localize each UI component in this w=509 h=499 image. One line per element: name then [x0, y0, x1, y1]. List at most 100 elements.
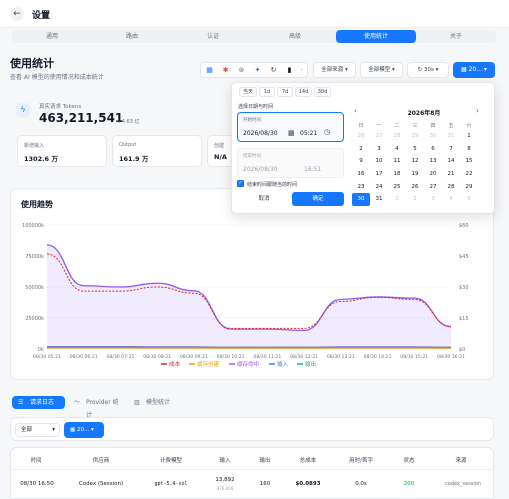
- quick-30d[interactable]: 30d: [314, 87, 331, 97]
- spark-icon[interactable]: ✱: [221, 66, 230, 75]
- quick-1d[interactable]: 1d: [259, 87, 275, 97]
- calendar-day[interactable]: 12: [406, 155, 424, 168]
- col-model: 计费模型: [159, 458, 182, 464]
- dot-icon[interactable]: ·: [297, 66, 306, 75]
- calendar-day[interactable]: 16: [352, 168, 370, 181]
- calendar-day[interactable]: 30: [352, 192, 370, 206]
- calendar-day[interactable]: 14: [442, 155, 460, 168]
- weekday-label: 六: [466, 122, 472, 129]
- model-select[interactable]: 全部模型 ▾: [360, 62, 403, 78]
- grid-icon[interactable]: ▦: [205, 66, 214, 75]
- stat-output: Output 161.9 万: [112, 135, 202, 167]
- stat-value: 161.9 万: [119, 155, 149, 163]
- calendar-day[interactable]: 29: [406, 130, 424, 143]
- calendar-day[interactable]: 6: [424, 143, 442, 156]
- cell-time: 08/30 16:50: [20, 481, 54, 487]
- calendar-day[interactable]: 27: [424, 180, 442, 193]
- calendar-day[interactable]: 21: [442, 168, 460, 181]
- calendar-day[interactable]: 4: [442, 193, 460, 206]
- calendar-day[interactable]: 2: [406, 193, 424, 206]
- calendar-day[interactable]: 2: [352, 143, 370, 156]
- calendar-day[interactable]: 25: [388, 180, 406, 193]
- calendar-day[interactable]: 31: [370, 193, 388, 206]
- refresh-icon: ↻: [417, 67, 423, 73]
- calendar-month: 2026年8月: [407, 110, 441, 117]
- calendar-day[interactable]: 29: [460, 180, 478, 193]
- tab-routing[interactable]: 路由: [92, 30, 172, 43]
- tab-about[interactable]: 关于: [416, 30, 496, 43]
- calendar-day[interactable]: 26: [406, 180, 424, 193]
- tab-auth[interactable]: 认证: [172, 30, 254, 43]
- tab-general[interactable]: 通用: [12, 30, 92, 43]
- status-filter-select[interactable]: 全部 ▾: [15, 423, 60, 437]
- calendar-day[interactable]: 3: [370, 143, 388, 156]
- calendar-day[interactable]: 3: [424, 193, 442, 206]
- requests-value: 463,211,541: [39, 111, 124, 125]
- bar-chart-icon: ▥: [134, 399, 140, 406]
- refresh-select[interactable]: ↻ 30s ▾: [407, 62, 449, 78]
- calendar-day[interactable]: 4: [388, 143, 406, 156]
- log-date-button[interactable]: ▦ 20... ▾: [64, 422, 104, 438]
- source-select[interactable]: 全部来源 ▾: [313, 62, 356, 78]
- calendar-day[interactable]: 26: [352, 130, 370, 143]
- calendar-day[interactable]: 31: [442, 130, 460, 143]
- chevron-right-icon[interactable]: ›: [476, 107, 479, 115]
- calendar-day[interactable]: 5: [406, 143, 424, 156]
- chevron-left-icon[interactable]: ‹: [354, 107, 357, 115]
- gemini-icon[interactable]: ✦: [253, 66, 262, 75]
- tab-usage[interactable]: 使用统计: [336, 30, 416, 43]
- y-left-tick: 50000k: [25, 285, 44, 291]
- tab-model-stats[interactable]: ▥ 模型统计: [128, 396, 180, 409]
- quick-7d[interactable]: 7d: [277, 87, 293, 97]
- x-tick: 08/30 06:21: [70, 354, 98, 360]
- calendar-day[interactable]: 8: [460, 143, 478, 156]
- follow-checkbox[interactable]: ✓: [237, 180, 244, 187]
- calendar-day[interactable]: 19: [406, 168, 424, 181]
- device-icon[interactable]: ▮: [285, 66, 294, 75]
- quick-14d[interactable]: 14d: [295, 87, 312, 97]
- date-range-button[interactable]: ▦ 20... ▾: [453, 62, 495, 78]
- cycle-icon[interactable]: ↻: [269, 66, 278, 75]
- x-tick: 08/30 16:21: [437, 354, 465, 360]
- requests-label: 真实请求 Tokens: [39, 104, 82, 110]
- calendar-day[interactable]: 28: [388, 130, 406, 143]
- quick-today[interactable]: 当天: [239, 87, 257, 97]
- calendar-day[interactable]: 24: [370, 180, 388, 193]
- col-provider: 供应商: [92, 458, 110, 464]
- calendar-day[interactable]: 30: [424, 130, 442, 143]
- calendar-day[interactable]: 9: [352, 155, 370, 168]
- calendar-day[interactable]: 7: [442, 143, 460, 156]
- cancel-button[interactable]: 取消: [239, 193, 289, 206]
- y-left-tick: 25000k: [25, 316, 44, 322]
- calendar-day[interactable]: 17: [370, 168, 388, 181]
- end-time-field[interactable]: 结束时间 2026/08/30 16:51: [237, 148, 344, 178]
- calendar-day[interactable]: 1: [460, 130, 478, 143]
- cell-input: 13,892: [215, 477, 235, 483]
- calendar-day[interactable]: 15: [460, 155, 478, 168]
- calendar-day[interactable]: 22: [460, 168, 478, 181]
- col-status: 状态: [403, 458, 415, 464]
- calendar-day[interactable]: 28: [442, 180, 460, 193]
- start-time-field[interactable]: 开始时间 2026/08/30 ▦ 05:21 ◷: [237, 112, 344, 142]
- calendar-day[interactable]: 27: [370, 130, 388, 143]
- calendar-day[interactable]: 20: [424, 168, 442, 181]
- confirm-button[interactable]: 确定: [292, 192, 344, 206]
- tab-request-log[interactable]: ☰ 请求日志: [12, 396, 65, 409]
- calendar-day[interactable]: 1: [388, 193, 406, 206]
- calendar-day[interactable]: 18: [388, 168, 406, 181]
- calendar-day[interactable]: 10: [370, 155, 388, 168]
- requests-approx: ≈ 4.63 亿: [116, 119, 140, 125]
- calendar-day[interactable]: 13: [424, 155, 442, 168]
- tab-advanced[interactable]: 高级: [254, 30, 336, 43]
- tab-provider-stats[interactable]: 〜 Provider 统计: [68, 396, 124, 419]
- calendar-day[interactable]: 5: [460, 193, 478, 206]
- list-icon: ☰: [18, 399, 24, 406]
- calendar-day[interactable]: 11: [388, 155, 406, 168]
- calendar-day[interactable]: 23: [352, 180, 370, 193]
- calendar-grid: 日一二三四五六 26 27 28 29 30 31 1 2 3 4 5 6 7 8 9 10 11 12 13 14 15…: [352, 120, 478, 206]
- openai-icon[interactable]: ⊛: [237, 66, 246, 75]
- x-tick: 08/30 13:21: [327, 354, 355, 360]
- arrow-left-icon[interactable]: ←: [10, 7, 24, 21]
- usage-trend-card: 使用趋势 100000k $60 75000k $45 50000k $30 25000k $…: [10, 188, 494, 380]
- x-tick: 08/30 15:21: [400, 354, 428, 360]
